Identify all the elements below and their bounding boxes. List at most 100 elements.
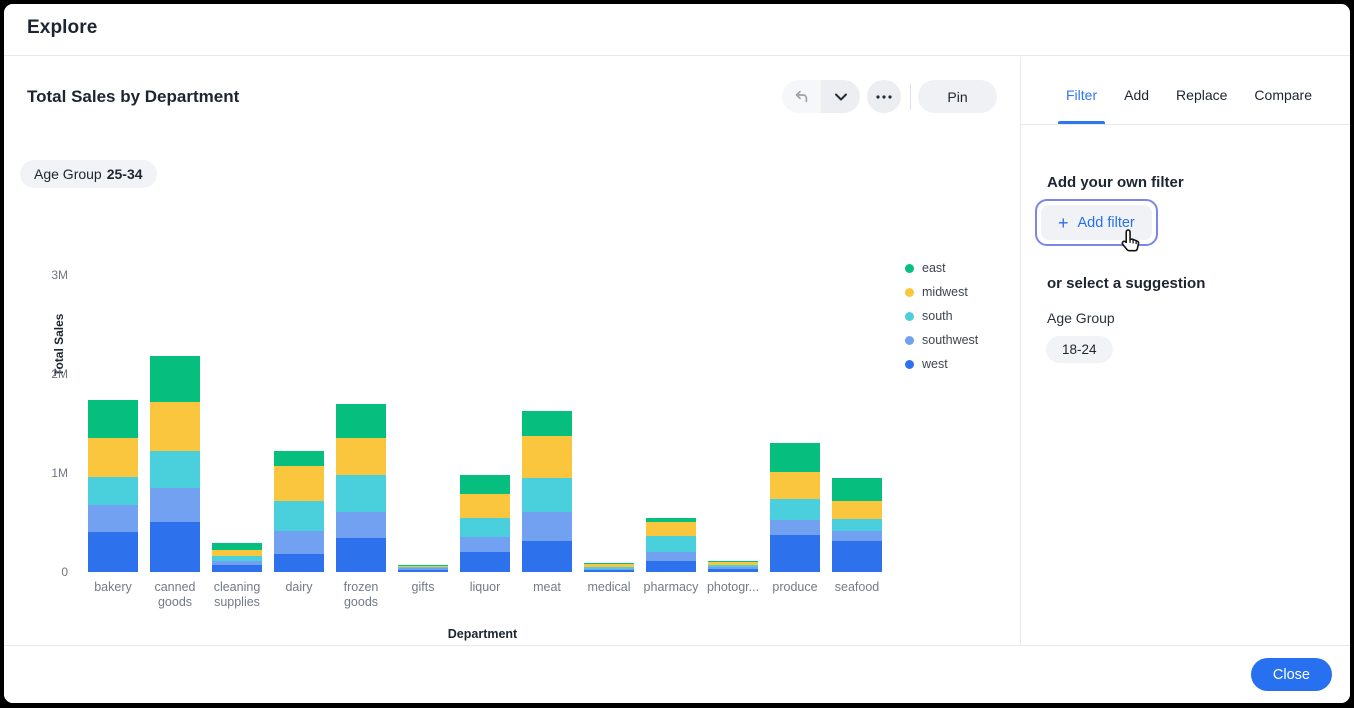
tab-filter[interactable]: Filter xyxy=(1059,87,1104,124)
bar-segment-south[interactable] xyxy=(832,519,882,531)
undo-button[interactable] xyxy=(782,80,821,113)
legend-dot xyxy=(905,336,914,345)
filter-chip-label: Age Group xyxy=(34,166,102,182)
suggestion-group-label: Age Group xyxy=(1047,310,1115,326)
bar-segment-southwest[interactable] xyxy=(274,531,324,554)
bar-segment-west[interactable] xyxy=(708,569,758,572)
suggestion-heading: or select a suggestion xyxy=(1047,275,1205,292)
x-tick-label: bakery xyxy=(81,580,145,595)
x-tick-label: canned goods xyxy=(143,580,207,610)
bar-segment-midwest[interactable] xyxy=(646,522,696,536)
legend-label: southwest xyxy=(922,333,978,347)
bar-segment-west[interactable] xyxy=(88,532,138,572)
bar-segment-southwest[interactable] xyxy=(150,488,200,522)
bar-segment-south[interactable] xyxy=(88,477,138,505)
bar-segment-west[interactable] xyxy=(584,570,634,572)
bar-segment-east[interactable] xyxy=(150,356,200,402)
bar-segment-east[interactable] xyxy=(522,411,572,436)
bar-segment-south[interactable] xyxy=(274,501,324,531)
bar-segment-west[interactable] xyxy=(398,570,448,572)
x-tick-label: cleaning supplies xyxy=(205,580,269,610)
x-tick-label: produce xyxy=(763,580,827,595)
bar-segment-east[interactable] xyxy=(336,404,386,438)
bar-segment-south[interactable] xyxy=(770,499,820,520)
bar-segment-east[interactable] xyxy=(832,478,882,501)
y-tick-label: 3M xyxy=(30,268,68,282)
bar-segment-midwest[interactable] xyxy=(522,436,572,478)
bar-segment-west[interactable] xyxy=(522,541,572,572)
undo-icon xyxy=(793,88,810,105)
legend-item-midwest[interactable]: midwest xyxy=(905,280,978,304)
x-axis-title: Department xyxy=(75,627,890,641)
bar-segment-midwest[interactable] xyxy=(336,438,386,475)
bar-segment-southwest[interactable] xyxy=(88,505,138,532)
undo-history-dropdown-button[interactable] xyxy=(821,80,860,113)
pin-button[interactable]: Pin xyxy=(918,80,997,113)
y-tick-label: 1M xyxy=(30,466,68,480)
side-panel-tabs: Filter Add Replace Compare xyxy=(1021,57,1350,125)
bar-segment-west[interactable] xyxy=(336,538,386,572)
bar-segment-southwest[interactable] xyxy=(460,537,510,552)
bar-pharmacy xyxy=(646,518,696,572)
bar-segment-west[interactable] xyxy=(150,522,200,572)
bar-segment-southwest[interactable] xyxy=(832,531,882,541)
bar-segment-midwest[interactable] xyxy=(150,402,200,451)
tab-add[interactable]: Add xyxy=(1117,87,1156,124)
bar-segment-east[interactable] xyxy=(460,475,510,494)
legend-label: south xyxy=(922,309,953,323)
bar-segment-southwest[interactable] xyxy=(522,512,572,541)
x-tick-label: photogr... xyxy=(701,580,765,595)
bar-segment-west[interactable] xyxy=(770,535,820,572)
bar-segment-east[interactable] xyxy=(274,451,324,466)
x-tick-label: dairy xyxy=(267,580,331,595)
bar-segment-east[interactable] xyxy=(212,543,262,550)
bar-segment-southwest[interactable] xyxy=(336,512,386,538)
bar-segment-south[interactable] xyxy=(522,478,572,512)
bar-segment-midwest[interactable] xyxy=(832,501,882,519)
bar-segment-west[interactable] xyxy=(646,561,696,572)
tab-replace[interactable]: Replace xyxy=(1169,87,1234,124)
legend-dot xyxy=(905,264,914,273)
bar-canned-goods xyxy=(150,356,200,572)
bar-segment-south[interactable] xyxy=(336,475,386,512)
bar-segment-midwest[interactable] xyxy=(460,494,510,518)
legend-item-south[interactable]: south xyxy=(905,304,978,328)
add-filter-button[interactable]: + Add filter xyxy=(1041,205,1152,240)
add-filter-focus-ring: + Add filter xyxy=(1035,199,1158,246)
legend-item-east[interactable]: east xyxy=(905,256,978,280)
bar-segment-southwest[interactable] xyxy=(770,520,820,535)
bar-gifts xyxy=(398,565,448,572)
undo-split-button xyxy=(782,80,860,113)
bar-segment-southwest[interactable] xyxy=(646,552,696,561)
bar-segment-east[interactable] xyxy=(770,443,820,472)
legend-item-southwest[interactable]: southwest xyxy=(905,328,978,352)
applied-filter-chip[interactable]: Age Group 25-34 xyxy=(20,160,157,188)
bar-segment-west[interactable] xyxy=(460,552,510,572)
close-button[interactable]: Close xyxy=(1251,658,1332,691)
bar-segment-midwest[interactable] xyxy=(88,438,138,477)
legend-item-west[interactable]: west xyxy=(905,352,978,376)
bar-segment-west[interactable] xyxy=(212,565,262,572)
legend-label: midwest xyxy=(922,285,968,299)
bar-segment-south[interactable] xyxy=(646,536,696,552)
suggestion-chip-18-24[interactable]: 18-24 xyxy=(1046,336,1113,363)
more-options-button[interactable] xyxy=(867,80,901,113)
bar-liquor xyxy=(460,475,510,572)
bar-bakery xyxy=(88,400,138,572)
modal-header: Explore xyxy=(4,4,1350,56)
x-tick-label: gifts xyxy=(391,580,455,595)
bar-segment-south[interactable] xyxy=(150,451,200,488)
bar-segment-east[interactable] xyxy=(88,400,138,438)
legend-label: west xyxy=(922,357,948,371)
tab-compare[interactable]: Compare xyxy=(1247,87,1319,124)
bar-segment-midwest[interactable] xyxy=(770,472,820,499)
bar-produce xyxy=(770,443,820,572)
bar-segment-midwest[interactable] xyxy=(274,466,324,501)
legend-dot xyxy=(905,288,914,297)
chart-pane: Total Sales by Department xyxy=(4,57,1020,645)
bar-segment-west[interactable] xyxy=(274,554,324,572)
bar-segment-south[interactable] xyxy=(460,518,510,537)
bar-segment-west[interactable] xyxy=(832,541,882,572)
legend-dot xyxy=(905,312,914,321)
bar-photogr xyxy=(708,561,758,572)
